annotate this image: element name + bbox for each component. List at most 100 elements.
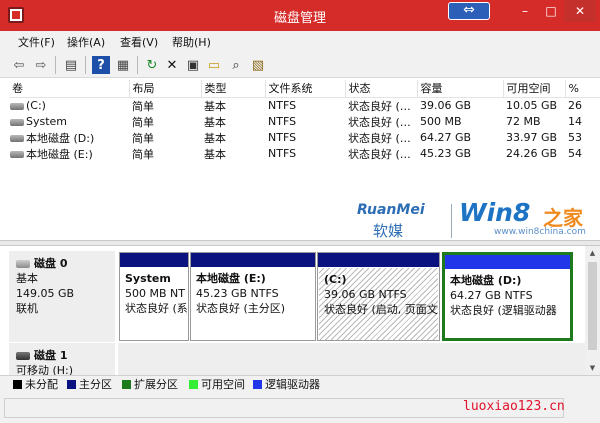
layout-cell: 简单 — [132, 147, 154, 161]
column-header-type[interactable]: 类型 — [201, 80, 266, 98]
filesystem-cell: NTFS — [268, 115, 297, 128]
percent-free-cell: 14 — [568, 115, 582, 128]
capacity-cell: 500 MB — [420, 115, 462, 128]
legend-primary: 主分区 — [67, 379, 112, 391]
column-header-filesystem[interactable]: 文件系统 — [265, 80, 346, 98]
title-bar: 磁盘管理 ⇔ – □ ✕ — [0, 0, 600, 31]
volume-table-header: 卷 布局 类型 文件系统 状态 容量 可用空间 % — [9, 80, 600, 98]
logo-divider — [451, 204, 452, 238]
percent-free-cell: 54 — [568, 147, 582, 160]
partition-legend: 未分配 主分区 扩展分区 可用空间 逻辑驱动器 — [0, 375, 600, 393]
scroll-up-icon[interactable]: ▲ — [585, 246, 600, 260]
table-row[interactable]: 本地磁盘 (E:) 简单 基本 NTFS 状态良好 (… 45.23 GB 24… — [9, 146, 600, 162]
capacity-cell: 45.23 GB — [420, 147, 472, 160]
filesystem-cell: NTFS — [268, 147, 297, 160]
logical-drive-bar — [445, 255, 570, 269]
maximize-button[interactable]: □ — [538, 0, 564, 22]
partition-size: 45.23 GB NTFS — [196, 287, 279, 300]
disk-size: 149.05 GB — [16, 287, 75, 300]
capacity-cell: 64.27 GB — [420, 131, 472, 144]
legend-unallocated: 未分配 — [13, 379, 58, 391]
back-arrow-icon[interactable]: ⇦ — [10, 56, 28, 74]
partition-d-drive[interactable]: 本地磁盘 (D:) 64.27 GB NTFS 状态良好 (逻辑驱动器 — [442, 252, 573, 341]
refresh-icon[interactable]: ↻ — [143, 56, 161, 74]
menu-view[interactable]: 查看(V) — [120, 34, 158, 50]
properties-icon[interactable]: ▦ — [114, 56, 132, 74]
partition-e-drive[interactable]: 本地磁盘 (E:) 45.23 GB NTFS 状态良好 (主分区) — [190, 252, 316, 341]
partition-c-drive[interactable]: (C:) 39.06 GB NTFS 状态良好 (启动, 页面文 — [317, 252, 440, 341]
watermark-url: www.win8china.com — [494, 227, 586, 237]
help-topics-icon[interactable]: ▧ — [249, 56, 267, 74]
delete-icon[interactable]: ✕ — [163, 56, 181, 74]
primary-partition-bar — [120, 253, 188, 267]
partition-status: 状态良好 (启动, 页面文 — [324, 303, 438, 316]
disk-type: 基本 — [16, 272, 38, 285]
minimize-button[interactable]: – — [512, 0, 538, 22]
menu-file[interactable]: 文件(F) — [18, 34, 55, 50]
scrollbar-thumb[interactable] — [588, 262, 597, 350]
legend-swatch — [189, 380, 198, 389]
console-tree-icon[interactable]: ▤ — [62, 56, 80, 74]
legend-label: 主分区 — [79, 378, 112, 391]
watermark-logo: RuanMei 软媒 Win8 之家 www.win8china.com — [354, 198, 600, 242]
drive-icon — [10, 102, 24, 110]
status-bar: luoxiao123.cn — [0, 393, 600, 423]
vertical-scrollbar[interactable]: ▲ ▼ — [585, 246, 600, 375]
toolbar: ⇦ ⇨ ▤ ? ▦ ↻ ✕ ▣ ▭ ⌕ ▧ — [0, 51, 600, 78]
close-button[interactable]: ✕ — [564, 0, 596, 22]
percent-free-cell: 26 — [568, 99, 582, 112]
properties-sheet-icon[interactable]: ▣ — [184, 56, 202, 74]
volume-name-cell: (C:) — [9, 97, 129, 114]
menu-bar: 文件(F) 操作(A) 查看(V) 帮助(H) — [0, 31, 600, 51]
column-header-percent-free[interactable]: % — [565, 80, 600, 98]
disk-1-partition-area[interactable] — [118, 343, 585, 375]
legend-swatch — [122, 380, 131, 389]
capture-icon[interactable]: ⇔ — [448, 2, 490, 20]
ruanmei-logo-text: RuanMei — [357, 202, 425, 218]
column-header-layout[interactable]: 布局 — [129, 80, 202, 98]
column-header-volume[interactable]: 卷 — [9, 80, 130, 98]
type-cell: 基本 — [204, 99, 226, 113]
open-icon[interactable]: ▭ — [205, 56, 223, 74]
status-cell: 状态良好 (… — [348, 131, 411, 145]
legend-label: 可用空间 — [201, 378, 245, 391]
table-row[interactable]: 本地磁盘 (D:) 简单 基本 NTFS 状态良好 (… 64.27 GB 33… — [9, 130, 600, 146]
legend-label: 扩展分区 — [134, 378, 178, 391]
column-header-free-space[interactable]: 可用空间 — [503, 80, 566, 98]
column-header-capacity[interactable]: 容量 — [417, 80, 504, 98]
partition-name: System — [125, 272, 171, 285]
drive-icon — [10, 135, 24, 142]
status-cell: 状态良好 (… — [348, 147, 411, 161]
legend-label: 逻辑驱动器 — [265, 378, 320, 391]
table-row[interactable]: (C:) 简单 基本 NTFS 状态良好 (… 39.06 GB 10.05 G… — [9, 97, 600, 114]
column-header-status[interactable]: 状态 — [345, 80, 418, 98]
window-title: 磁盘管理 — [273, 11, 326, 26]
legend-logical: 逻辑驱动器 — [253, 379, 320, 391]
toolbar-separator — [85, 56, 86, 74]
drive-icon — [10, 118, 24, 126]
legend-label: 未分配 — [25, 378, 58, 391]
partition-status: 状态良好 (逻辑驱动器 — [450, 304, 557, 317]
free-space-cell: 24.26 GB — [506, 147, 558, 160]
primary-partition-bar — [191, 253, 315, 267]
volume-name-cell: 本地磁盘 (E:) — [9, 146, 129, 162]
disk-1-info[interactable]: 磁盘 1 可移动 (H:) — [9, 343, 115, 377]
explore-icon[interactable]: ⌕ — [227, 56, 245, 74]
menu-help[interactable]: 帮助(H) — [172, 34, 211, 50]
forward-arrow-icon[interactable]: ⇨ — [32, 56, 50, 74]
menu-action[interactable]: 操作(A) — [67, 34, 105, 50]
removable-disk-icon — [16, 352, 30, 360]
help-icon[interactable]: ? — [92, 56, 110, 74]
filesystem-cell: NTFS — [268, 99, 297, 112]
scroll-down-icon[interactable]: ▼ — [585, 361, 600, 375]
table-row[interactable]: System 简单 基本 NTFS 状态良好 (… 500 MB 72 MB 1… — [9, 114, 600, 130]
legend-extended: 扩展分区 — [122, 379, 178, 391]
drive-icon — [10, 151, 24, 158]
disk-0-info[interactable]: 磁盘 0 基本 149.05 GB 联机 — [9, 251, 115, 342]
partition-system[interactable]: System 500 MB NT 状态良好 (系 — [119, 252, 189, 341]
primary-partition-bar — [318, 253, 439, 267]
volume-name-cell: System — [9, 114, 129, 130]
legend-free-space: 可用空间 — [189, 379, 245, 391]
ruanmei-logo-cn: 软媒 — [373, 222, 404, 240]
hard-disk-icon — [16, 260, 30, 268]
